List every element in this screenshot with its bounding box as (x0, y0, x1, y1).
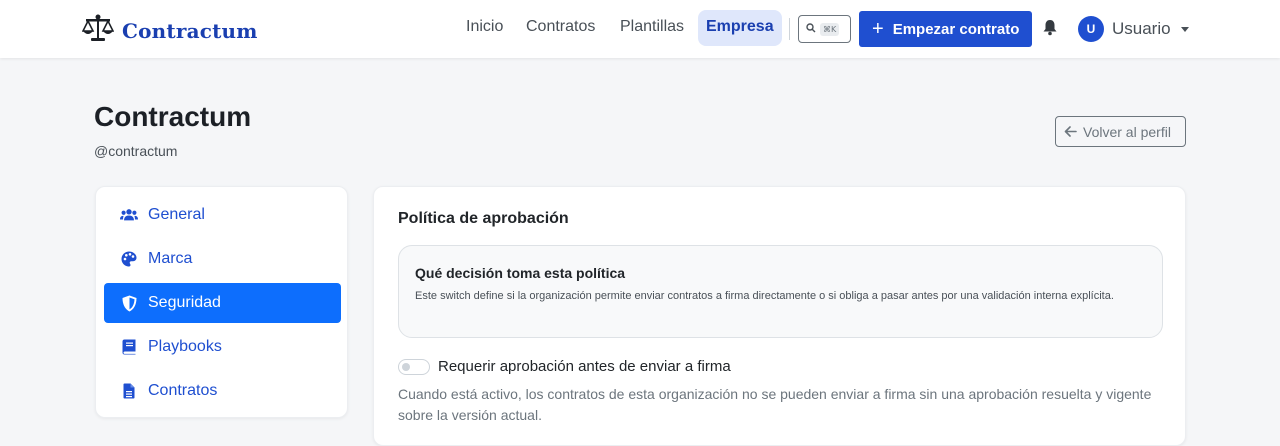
sidebar-item-contratos[interactable]: Contratos (104, 371, 341, 411)
nav-divider (789, 18, 790, 40)
top-navbar: Contractum Inicio Contratos Plantillas E… (0, 0, 1280, 58)
sidebar-item-marca[interactable]: Marca (104, 239, 341, 279)
section-title: Política de aprobación (398, 210, 569, 227)
brand-logo-link[interactable]: Contractum (81, 14, 258, 47)
sidebar-item-general[interactable]: General (104, 195, 341, 235)
palette-icon (120, 250, 138, 268)
start-contract-button[interactable]: + Empezar contrato (859, 11, 1032, 47)
avatar[interactable]: U (1078, 16, 1104, 42)
users-icon (120, 206, 138, 224)
require-approval-label[interactable]: Requerir aprobación antes de enviar a fi… (438, 358, 731, 375)
chevron-down-icon[interactable] (1181, 27, 1189, 32)
search-icon (806, 20, 816, 38)
nav-link-empresa[interactable]: Empresa (698, 10, 782, 46)
sidebar-item-label: Marca (148, 250, 193, 267)
sidebar-item-label: Seguridad (148, 294, 221, 311)
brand-name: Contractum (122, 18, 258, 43)
bell-icon[interactable] (1042, 19, 1058, 41)
sidebar-item-playbooks[interactable]: Playbooks (104, 327, 341, 367)
user-menu-toggle[interactable]: Usuario (1112, 19, 1171, 39)
back-to-profile-label: Volver al perfil (1083, 123, 1171, 140)
search-button[interactable]: ⌘K (798, 15, 851, 43)
info-description: Este switch define si la organización pe… (415, 290, 1114, 302)
page-title: Contractum (94, 101, 252, 132)
sidebar-item-label: Contratos (148, 382, 218, 399)
scales-icon (81, 14, 115, 47)
sidebar-item-seguridad[interactable]: Seguridad (104, 283, 341, 323)
org-handle: @contractum (94, 143, 178, 159)
shield-icon (120, 294, 138, 312)
approval-policy-card: Política de aprobación Qué decisión toma… (373, 186, 1186, 446)
info-title: Qué decisión toma esta política (415, 265, 626, 281)
policy-info-box: Qué decisión toma esta política Este swi… (398, 245, 1163, 338)
switch-knob (402, 362, 410, 371)
settings-sidebar: General Marca Seguridad Playbooks Contra… (95, 186, 348, 418)
search-shortcut: ⌘K (820, 22, 840, 36)
nav-link-plantillas[interactable]: Plantillas (620, 18, 684, 36)
file-icon (120, 382, 138, 400)
sidebar-item-label: General (148, 206, 205, 223)
require-approval-switch[interactable] (398, 358, 430, 375)
book-icon (120, 338, 138, 356)
back-to-profile-button[interactable]: Volver al perfil (1055, 116, 1186, 147)
nav-link-contratos[interactable]: Contratos (526, 18, 595, 36)
sidebar-item-label: Playbooks (148, 338, 222, 355)
require-approval-row: Requerir aprobación antes de enviar a fi… (398, 358, 731, 375)
nav-link-inicio[interactable]: Inicio (466, 18, 503, 36)
plus-icon: + (872, 18, 884, 40)
arrow-left-icon (1064, 124, 1077, 140)
start-contract-label: Empezar contrato (892, 20, 1020, 38)
